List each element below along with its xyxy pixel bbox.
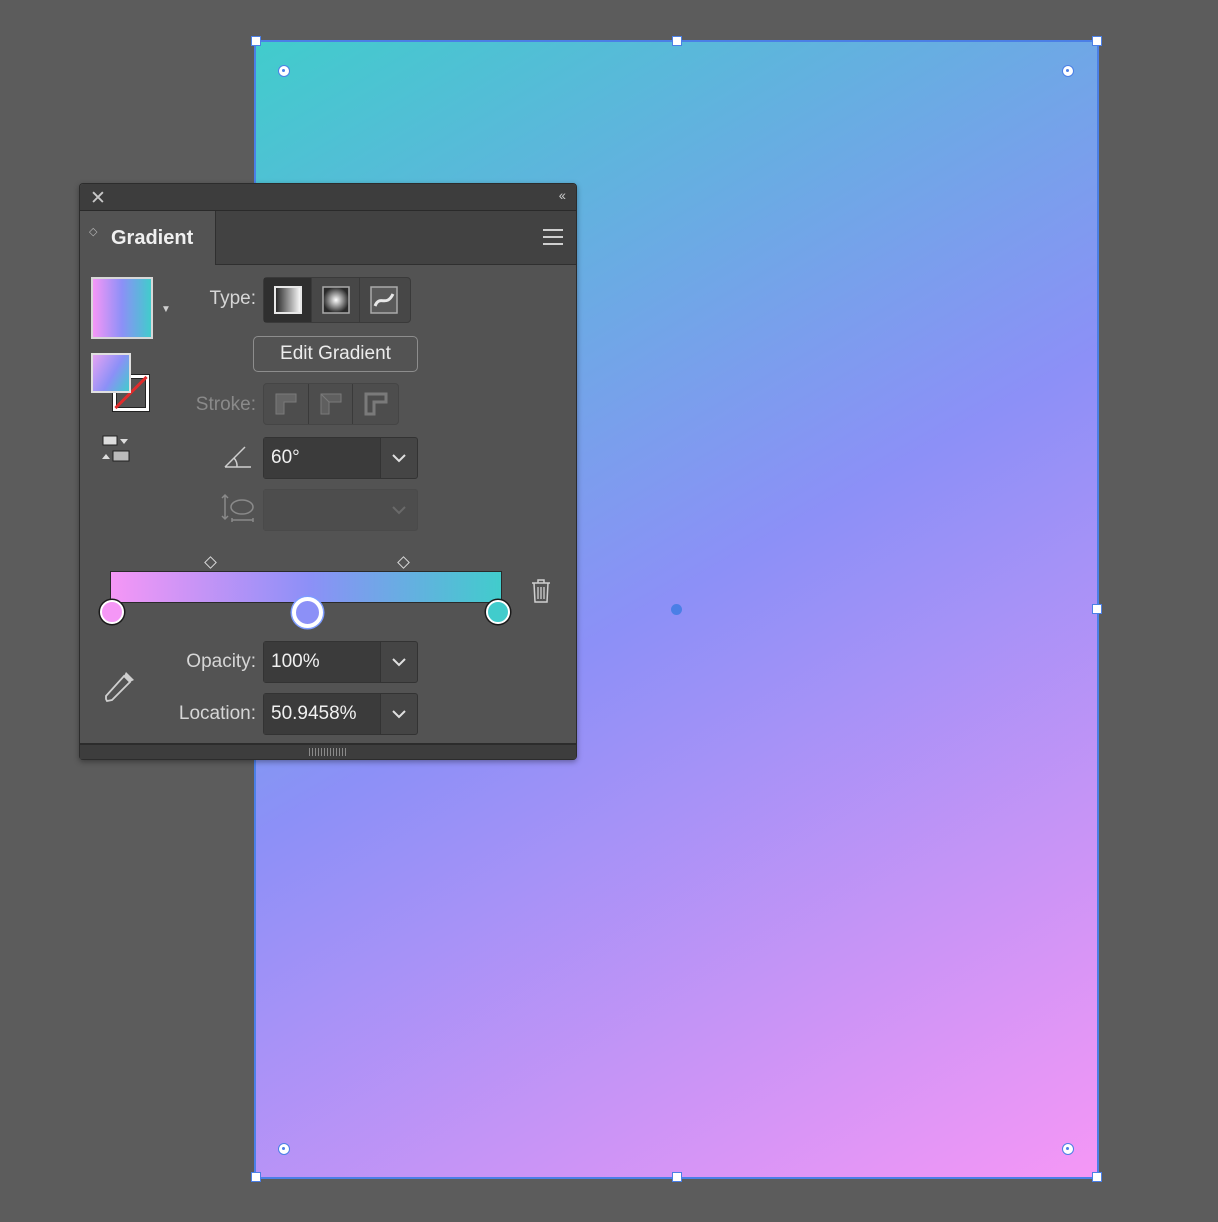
corner-radius-widget-top-right[interactable]	[1062, 65, 1074, 77]
chevron-down-icon	[391, 453, 406, 462]
freeform-gradient-button[interactable]	[360, 278, 408, 322]
angle-input[interactable]: 60°	[264, 438, 381, 478]
close-icon[interactable]: ✕	[90, 187, 106, 210]
opacity-dropdown[interactable]	[380, 642, 417, 682]
selection-handle-top-left[interactable]	[251, 36, 261, 46]
location-dropdown[interactable]	[380, 694, 417, 734]
corner-radius-widget-top-left[interactable]	[278, 65, 290, 77]
stroke-across-button[interactable]	[353, 384, 398, 424]
color-stop-selected[interactable]	[292, 597, 323, 628]
eyedropper-icon[interactable]	[102, 668, 138, 704]
stroke-along-icon	[320, 393, 341, 415]
stroke-label: Stroke:	[195, 394, 256, 415]
linear-gradient-icon	[273, 286, 302, 314]
aspect-ratio-dropdown[interactable]	[380, 490, 417, 530]
selection-handle-bottom-middle[interactable]	[672, 1172, 682, 1182]
radial-gradient-icon	[321, 286, 350, 314]
gradient-midpoint[interactable]	[204, 556, 217, 569]
angle-icon	[224, 446, 251, 468]
selection-handle-top-right[interactable]	[1092, 36, 1102, 46]
selection-handle-bottom-left[interactable]	[251, 1172, 261, 1182]
chevron-down-icon	[391, 657, 406, 666]
angle-dropdown[interactable]	[380, 438, 417, 478]
linear-gradient-button[interactable]	[264, 278, 312, 322]
stroke-within-button[interactable]	[264, 384, 309, 424]
tab-expand-arrows-icon: ◇	[89, 226, 98, 238]
chevron-down-icon[interactable]: ▼	[161, 304, 171, 315]
stroke-within-icon	[275, 393, 297, 415]
fill-swatch[interactable]	[91, 353, 131, 393]
location-field: 50.9458%	[263, 693, 418, 735]
stroke-across-icon	[364, 392, 388, 416]
opacity-label: Opacity:	[186, 651, 256, 672]
stroke-along-button[interactable]	[309, 384, 354, 424]
tab-gradient[interactable]: ◇ Gradient	[80, 211, 216, 265]
gradient-midpoint[interactable]	[397, 556, 410, 569]
gradient-preview-swatch[interactable]	[91, 277, 153, 339]
aspect-ratio-input[interactable]	[264, 490, 381, 530]
location-input[interactable]: 50.9458%	[264, 694, 381, 734]
aspect-ratio-icon	[221, 493, 254, 522]
selection-handle-bottom-right[interactable]	[1092, 1172, 1102, 1182]
hamburger-menu-icon[interactable]	[543, 229, 563, 250]
tab-label: Gradient	[111, 227, 194, 249]
trash-icon[interactable]	[530, 578, 552, 604]
color-stop-start[interactable]	[100, 600, 124, 624]
double-chevron-left-icon[interactable]: ‹‹	[559, 187, 566, 203]
location-label: Location:	[178, 703, 256, 724]
selection-handle-middle-right[interactable]	[1092, 604, 1102, 614]
resize-grip[interactable]	[309, 748, 347, 756]
angle-field: 60°	[263, 437, 418, 479]
freeform-gradient-icon	[370, 286, 398, 314]
radial-gradient-button[interactable]	[312, 278, 360, 322]
panel-footer	[80, 743, 576, 759]
corner-radius-widget-bottom-left[interactable]	[278, 1143, 290, 1155]
reverse-gradient-icon[interactable]	[100, 434, 132, 464]
color-stop-end[interactable]	[486, 600, 510, 624]
panel-title-bar[interactable]: ✕ ‹‹	[80, 184, 576, 211]
chevron-down-icon	[391, 709, 406, 718]
edit-gradient-button[interactable]: Edit Gradient	[253, 336, 418, 372]
center-point	[671, 604, 682, 615]
gradient-panel: ✕ ‹‹ ◇ Gradient ▼ Type: Edit Gradient St…	[79, 183, 577, 760]
opacity-field: 100%	[263, 641, 418, 683]
panel-tab-bar: ◇ Gradient	[80, 211, 576, 265]
corner-radius-widget-bottom-right[interactable]	[1062, 1143, 1074, 1155]
selection-handle-top-middle[interactable]	[672, 36, 682, 46]
gradient-type-group	[263, 277, 411, 323]
aspect-ratio-field	[263, 489, 418, 531]
stroke-gradient-group	[263, 383, 399, 425]
type-label: Type:	[209, 288, 256, 309]
chevron-down-icon	[391, 505, 406, 514]
opacity-input[interactable]: 100%	[264, 642, 381, 682]
